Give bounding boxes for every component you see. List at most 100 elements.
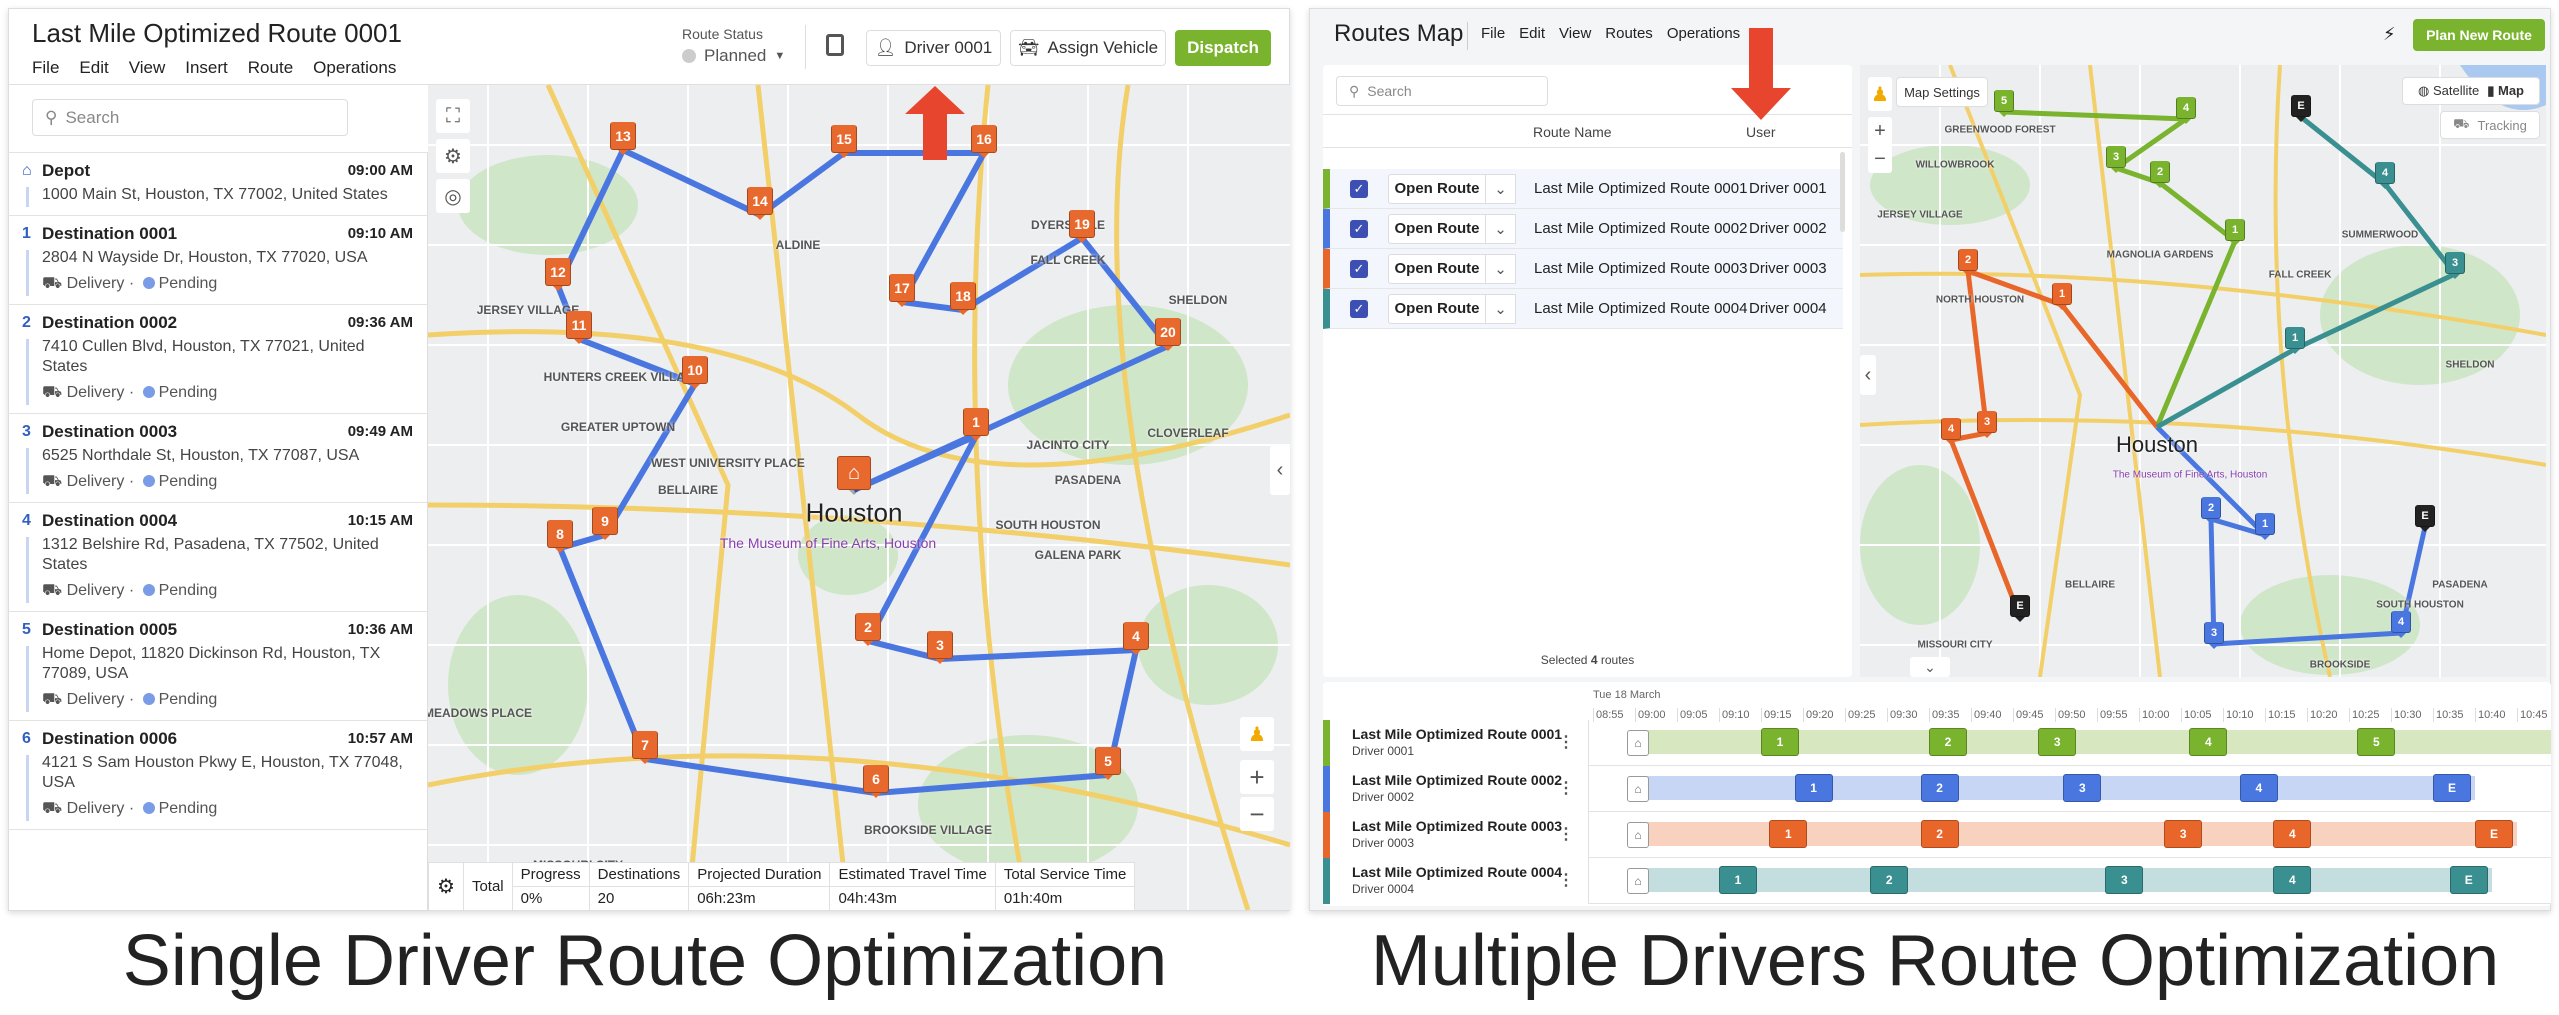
route-stop-marker[interactable]: 4 <box>2176 97 2196 124</box>
open-route-dropdown-chevron-icon[interactable]: ⌄ <box>1486 253 1516 284</box>
stop-item[interactable]: 4 Destination 0004 10:15 AM 1312 Belshire R… <box>8 503 427 612</box>
stop-marker[interactable]: 18 <box>950 282 976 315</box>
expand-timeline-chevron-icon[interactable]: ⌄ <box>1910 657 1950 677</box>
plan-new-route-button[interactable]: Plan New Route <box>2413 19 2545 51</box>
map-settings-button[interactable]: Map Settings <box>1896 77 1988 107</box>
route-status-select[interactable]: Planned ▼ <box>682 46 785 66</box>
collapse-panel-chevron-icon[interactable]: ‹ <box>1860 355 1876 395</box>
menu-file[interactable]: File <box>1481 25 1505 42</box>
multi-routes-map[interactable]: ♟ Map Settings + − ◍ Satellite ▮ Map ⛟ Tr… <box>1860 65 2546 677</box>
zoom-in-button[interactable]: + <box>1240 760 1274 794</box>
menu-edit[interactable]: Edit <box>1519 25 1545 42</box>
route-stop-marker[interactable]: 1 <box>2052 283 2072 310</box>
stop-item[interactable]: 5 Destination 0005 10:36 AM Home Depot, 118… <box>8 612 427 721</box>
route-checkbox[interactable]: ✓ <box>1350 259 1368 278</box>
stop-marker[interactable]: 19 <box>1069 210 1095 243</box>
gantt-stop-block[interactable]: E <box>2449 866 2488 894</box>
routes-search-input[interactable]: ⚲ Search <box>1336 76 1548 106</box>
route-stop-marker[interactable]: 4 <box>2375 162 2395 189</box>
stop-marker[interactable]: 13 <box>610 122 636 155</box>
gantt-stop-block[interactable]: E <box>2433 774 2471 802</box>
satellite-toggle[interactable]: ◍ Satellite <box>2418 83 2479 99</box>
stop-marker[interactable]: 2 <box>855 613 881 646</box>
gantt-route-label[interactable]: Last Mile Optimized Route 0003 Driver 000… <box>1323 812 1589 858</box>
pegman-icon[interactable]: ♟ <box>1868 77 1892 111</box>
gantt-stop-block[interactable]: 1 <box>1794 774 1833 802</box>
zoom-out-button[interactable]: − <box>1240 797 1274 831</box>
stop-marker[interactable]: 17 <box>889 274 915 307</box>
stop-marker[interactable]: 8 <box>547 520 573 553</box>
gantt-stop-block[interactable]: 3 <box>2063 774 2102 802</box>
route-stop-marker[interactable]: E <box>2415 505 2435 532</box>
stop-item[interactable]: 1 Destination 0001 09:10 AM 2804 N Wayside … <box>8 216 427 305</box>
gantt-stop-block[interactable]: 1 <box>1761 728 1799 756</box>
zoom-out-button[interactable]: − <box>1868 145 1892 173</box>
calendar-icon[interactable] <box>826 34 844 56</box>
route-stop-marker[interactable]: E <box>2291 95 2311 122</box>
stop-marker[interactable]: 11 <box>566 311 592 344</box>
gantt-stop-block[interactable]: 1 <box>1719 866 1757 894</box>
stop-item[interactable]: 6 Destination 0006 10:57 AM 4121 S Sam Hous… <box>8 721 427 830</box>
route-stop-marker[interactable]: 3 <box>2204 622 2224 649</box>
stop-marker[interactable]: 16 <box>971 125 997 158</box>
route-stop-marker[interactable]: 1 <box>2225 219 2245 246</box>
gantt-stop-block[interactable]: 4 <box>2273 866 2312 894</box>
route-row[interactable]: ✓ Open Route ⌄ Last Mile Optimized Route 00… <box>1323 289 1843 329</box>
depot-item[interactable]: ⌂ Depot 09:00 AM 1000 Main St, Houston, TX … <box>8 153 427 216</box>
menu-routes[interactable]: Routes <box>1605 25 1653 42</box>
stop-marker[interactable]: 12 <box>545 258 571 291</box>
open-route-button[interactable]: Open Route <box>1388 173 1486 204</box>
gantt-stop-block[interactable]: 4 <box>2273 820 2312 848</box>
stop-marker[interactable]: 9 <box>592 507 618 540</box>
gear-icon[interactable]: ⚙ <box>436 139 470 173</box>
gantt-route-label[interactable]: Last Mile Optimized Route 0002 Driver 000… <box>1323 766 1589 812</box>
route-stop-marker[interactable]: 1 <box>2285 327 2305 354</box>
kebab-menu-icon[interactable]: ⋮ <box>1558 778 1574 798</box>
depot-home-marker[interactable]: ⌂ <box>837 456 871 495</box>
route-stop-marker[interactable]: 4 <box>2391 611 2411 638</box>
pegman-icon[interactable]: ♟ <box>1240 717 1274 751</box>
gantt-stop-block[interactable]: 2 <box>1870 866 1909 894</box>
open-route-dropdown-chevron-icon[interactable]: ⌄ <box>1486 173 1516 204</box>
route-stop-marker[interactable]: 2 <box>2201 497 2221 524</box>
route-stop-marker[interactable]: 5 <box>1994 90 2014 117</box>
table-scrollbar[interactable] <box>1840 152 1845 232</box>
menu-view[interactable]: View <box>1559 25 1591 42</box>
route-checkbox[interactable]: ✓ <box>1350 179 1368 198</box>
map-toggle[interactable]: ▮ Map <box>2487 83 2524 99</box>
route-map[interactable]: ⛶ ⚙ ◎ ♟ + − ‹ Houston The Museum of Fine … <box>428 85 1290 910</box>
stop-item[interactable]: 2 Destination 0002 09:36 AM 7410 Cullen Blv… <box>8 305 427 414</box>
gantt-stop-block[interactable]: 4 <box>2189 728 2228 756</box>
route-stop-marker[interactable]: 2 <box>1958 249 1978 276</box>
kebab-menu-icon[interactable]: ⋮ <box>1558 824 1574 844</box>
column-route-name[interactable]: Route Name <box>1533 124 1612 140</box>
column-user[interactable]: User <box>1746 124 1776 140</box>
route-row[interactable]: ✓ Open Route ⌄ Last Mile Optimized Route 00… <box>1323 249 1843 289</box>
route-stop-marker[interactable]: 4 <box>1941 418 1961 445</box>
gantt-stop-block[interactable]: 2 <box>1929 728 1967 756</box>
gantt-stop-block[interactable]: 4 <box>2239 774 2278 802</box>
stop-marker[interactable]: 1 <box>963 408 989 441</box>
zoom-in-button[interactable]: + <box>1868 117 1892 145</box>
gantt-stop-block[interactable]: 2 <box>1920 820 1959 848</box>
menu-operations[interactable]: Operations <box>313 58 396 77</box>
stop-marker[interactable]: 15 <box>831 125 857 158</box>
depot-home-icon[interactable]: ⌂ <box>1627 776 1649 802</box>
fullscreen-icon[interactable]: ⛶ <box>436 99 470 133</box>
gantt-stop-block[interactable]: 5 <box>2357 728 2396 756</box>
route-row[interactable]: ✓ Open Route ⌄ Last Mile Optimized Route 00… <box>1323 209 1843 249</box>
route-stop-marker[interactable]: 3 <box>2445 252 2465 279</box>
open-route-dropdown-chevron-icon[interactable]: ⌄ <box>1486 293 1516 324</box>
stop-marker[interactable]: 6 <box>863 765 889 798</box>
open-route-button[interactable]: Open Route <box>1388 253 1486 284</box>
stop-marker[interactable]: 3 <box>927 631 953 664</box>
kebab-menu-icon[interactable]: ⋮ <box>1558 870 1574 890</box>
menu-view[interactable]: View <box>129 58 166 77</box>
kebab-menu-icon[interactable]: ⋮ <box>1558 732 1574 752</box>
menu-file[interactable]: File <box>32 58 59 77</box>
collapse-panel-chevron-icon[interactable]: ‹ <box>1270 445 1290 495</box>
gantt-stop-block[interactable]: 3 <box>2038 728 2077 756</box>
open-route-button[interactable]: Open Route <box>1388 293 1486 324</box>
route-stop-marker[interactable]: E <box>2010 595 2030 622</box>
stop-item[interactable]: 3 Destination 0003 09:49 AM 6525 Northdale … <box>8 414 427 503</box>
